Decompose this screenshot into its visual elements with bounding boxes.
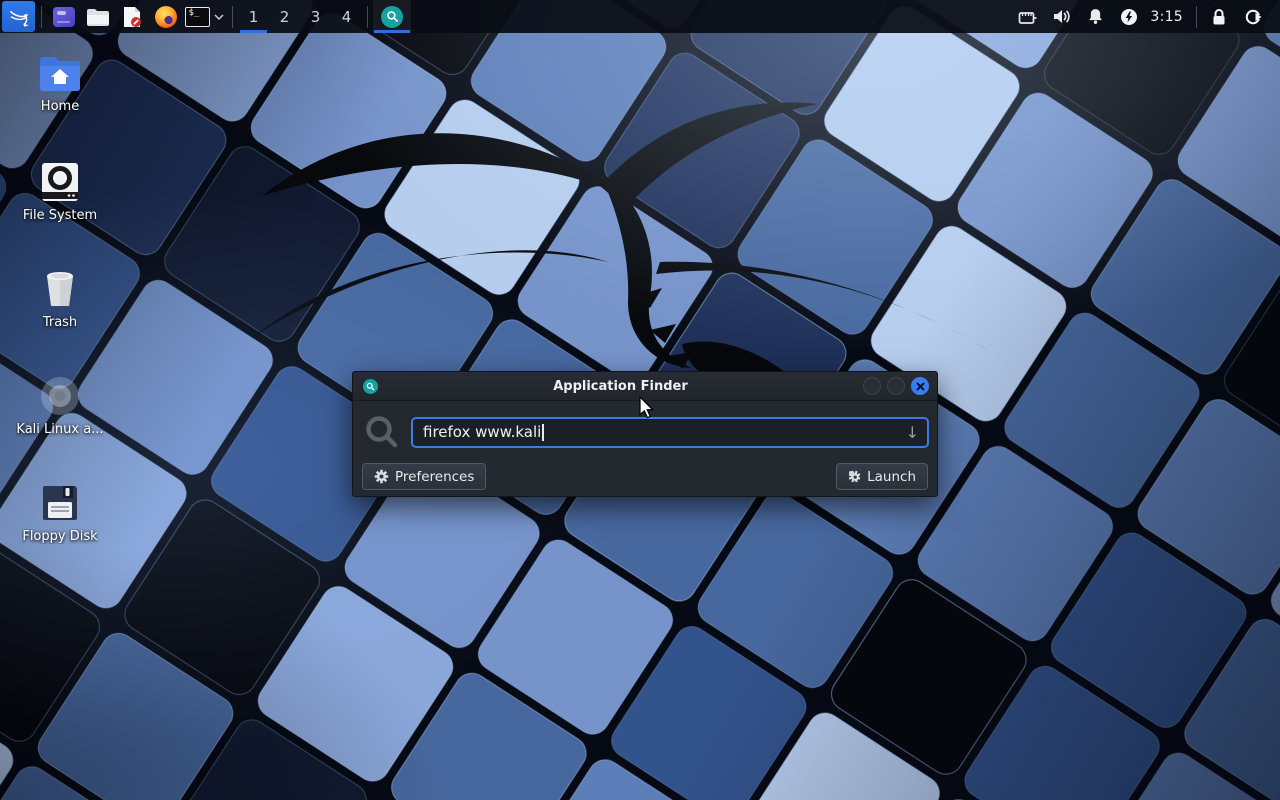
- workspace-1-label: 1: [249, 8, 259, 26]
- launch-button[interactable]: Launch: [836, 463, 928, 490]
- launcher-text-editor[interactable]: [115, 0, 149, 33]
- launcher-window-app[interactable]: [47, 0, 81, 33]
- panel-separator: [1196, 6, 1197, 28]
- tray-volume[interactable]: [1044, 0, 1078, 33]
- search-input[interactable]: firefox www.kali ↓: [411, 417, 929, 448]
- application-finder-icon: [363, 379, 378, 394]
- panel-separator: [367, 6, 368, 28]
- tray-notifications[interactable]: [1078, 0, 1112, 33]
- tray-network[interactable]: [1010, 0, 1044, 33]
- mouse-cursor: [638, 396, 658, 420]
- window-title: Application Finder: [378, 379, 863, 394]
- file-system-icon: [39, 161, 81, 203]
- top-panel: $_ 1 2 3 4: [0, 0, 1280, 33]
- launcher-file-manager[interactable]: [81, 0, 115, 33]
- workspace-1[interactable]: 1: [238, 0, 269, 33]
- taskbar-active-underline: [374, 30, 410, 33]
- desktop-icon-file-system[interactable]: File System: [14, 161, 106, 223]
- tray-lock[interactable]: [1202, 0, 1236, 33]
- desktop-icon-label: Home: [41, 99, 79, 114]
- chevron-down-icon: [214, 14, 224, 20]
- application-finder-window: Application Finder firefox www.kali ↓: [352, 371, 938, 497]
- dropdown-arrow-icon[interactable]: ↓: [906, 423, 919, 442]
- terminal-icon: $_: [185, 7, 210, 27]
- launcher-firefox[interactable]: [149, 0, 183, 33]
- close-button[interactable]: [911, 377, 929, 395]
- launch-label: Launch: [867, 469, 916, 485]
- power-manager-icon: [1120, 8, 1138, 26]
- application-finder-icon: [381, 6, 403, 28]
- logout-icon: [1244, 8, 1262, 26]
- workspace-3-label: 3: [311, 8, 321, 26]
- window-app-icon: [53, 7, 75, 27]
- minimize-button[interactable]: [863, 377, 881, 395]
- tray-logout[interactable]: [1236, 0, 1270, 33]
- panel-separator: [232, 6, 233, 28]
- launch-gear-icon: [848, 470, 861, 483]
- workspace-2-label: 2: [280, 8, 290, 26]
- search-icon: [353, 414, 411, 450]
- text-editor-icon: [122, 6, 142, 28]
- tray-power-manager[interactable]: [1112, 0, 1146, 33]
- notifications-icon: [1087, 8, 1104, 25]
- workspace-4[interactable]: 4: [331, 0, 362, 33]
- kali-menu-button[interactable]: [2, 1, 35, 32]
- home-folder-icon: [37, 54, 83, 94]
- kali-docs-icon: [39, 375, 81, 417]
- workspace-4-label: 4: [342, 8, 352, 26]
- desktop-icon-label: Floppy Disk: [22, 529, 97, 544]
- panel-separator: [41, 6, 42, 28]
- panel-clock[interactable]: 3:15: [1146, 9, 1191, 25]
- text-caret: [542, 424, 544, 441]
- trash-icon: [39, 268, 81, 310]
- kali-menu-icon: [7, 5, 31, 29]
- desktop-icon-kali-linux-docs[interactable]: Kali Linux a...: [14, 375, 106, 437]
- lock-icon: [1211, 8, 1227, 26]
- desktop-icon-label: File System: [23, 208, 97, 223]
- desktop-icon-trash[interactable]: Trash: [14, 268, 106, 330]
- search-input-value: firefox www.kali: [423, 423, 541, 441]
- workspace-3[interactable]: 3: [300, 0, 331, 33]
- gear-icon: [374, 469, 389, 484]
- preferences-label: Preferences: [395, 469, 474, 485]
- maximize-button[interactable]: [887, 377, 905, 395]
- close-icon: [916, 382, 925, 391]
- workspace-2[interactable]: 2: [269, 0, 300, 33]
- desktop-icon-label: Trash: [43, 315, 77, 330]
- volume-icon: [1052, 8, 1071, 25]
- terminal-dropdown[interactable]: [211, 14, 227, 20]
- desktop-icon-label: Kali Linux a...: [16, 422, 103, 437]
- taskbar-application-finder[interactable]: [373, 0, 411, 33]
- launcher-terminal[interactable]: $_: [183, 0, 211, 33]
- network-icon: [1018, 9, 1037, 25]
- workspace-active-underline: [240, 30, 267, 33]
- file-manager-icon: [86, 7, 110, 27]
- preferences-button[interactable]: Preferences: [362, 463, 486, 490]
- desktop-icon-floppy-disk[interactable]: Floppy Disk: [14, 482, 106, 544]
- desktop-icon-home[interactable]: Home: [14, 54, 106, 114]
- firefox-icon: [155, 6, 177, 28]
- floppy-disk-icon: [39, 482, 81, 524]
